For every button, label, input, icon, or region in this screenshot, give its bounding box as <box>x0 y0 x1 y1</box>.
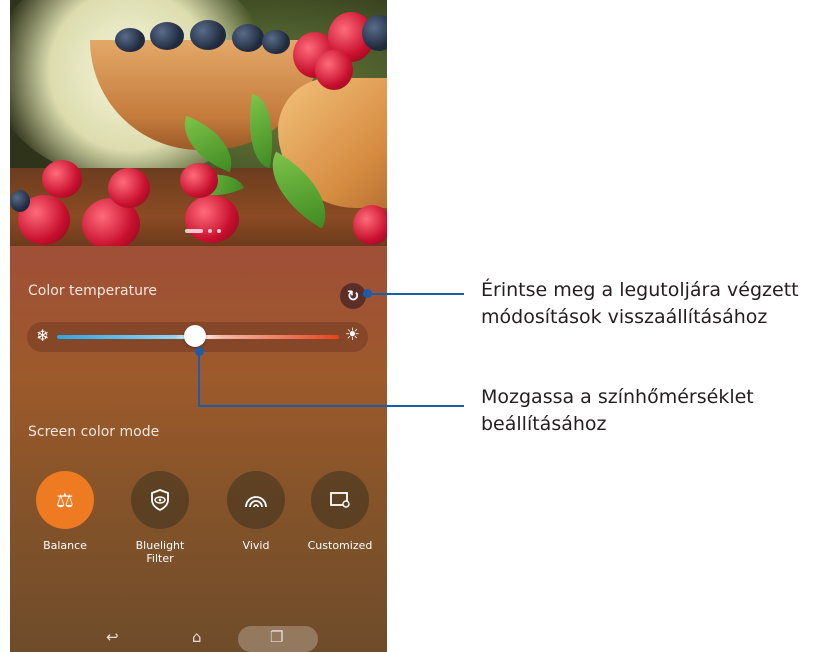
mode-label: Bluelight Filter <box>135 539 185 565</box>
mode-label: Balance <box>43 539 87 552</box>
sun-icon: ☀ <box>344 325 360 345</box>
navigation-bar: ↩ ⌂ ❐ <box>10 622 387 652</box>
recent-apps-icon[interactable]: ❐ <box>270 628 283 646</box>
slider-thumb[interactable] <box>184 325 207 347</box>
callout-text-reset: Érintse meg a legutoljára végzett módosí… <box>481 279 799 328</box>
home-icon[interactable]: ⌂ <box>192 628 202 646</box>
callout-line-slider-horizontal <box>198 405 464 407</box>
reset-icon: ↻ <box>346 287 360 305</box>
wifi-rainbow-icon <box>227 471 285 529</box>
mode-label: Vivid <box>242 539 270 552</box>
snowflake-icon: ❄ <box>36 326 50 345</box>
callout-line-reset <box>366 293 464 295</box>
mode-vivid[interactable]: Vivid <box>216 471 296 552</box>
eye-shield-icon <box>131 471 189 529</box>
mode-balance[interactable]: ⚖ Balance <box>25 471 105 552</box>
phone-screen: Color temperature ↻ ❄ ☀ Screen color mod… <box>10 0 387 652</box>
mode-bluelight-filter[interactable]: Bluelight Filter <box>120 471 200 565</box>
screen-settings-icon <box>311 471 369 529</box>
color-temperature-label: Color temperature <box>28 283 158 299</box>
callout-line-slider-vertical <box>198 350 200 406</box>
screen-color-mode-label: Screen color mode <box>28 424 160 440</box>
wallpaper-preview-image <box>10 0 387 246</box>
mode-label: Customized <box>307 539 373 552</box>
callout-text-slider: Mozgassa a színhőmérséklet beállításához <box>481 386 754 435</box>
back-icon[interactable]: ↩ <box>106 628 119 646</box>
page-indicator <box>185 229 221 233</box>
reset-button[interactable]: ↻ <box>340 283 366 309</box>
balance-scale-icon: ⚖ <box>36 471 94 529</box>
mode-customized[interactable]: Customized <box>300 471 380 552</box>
